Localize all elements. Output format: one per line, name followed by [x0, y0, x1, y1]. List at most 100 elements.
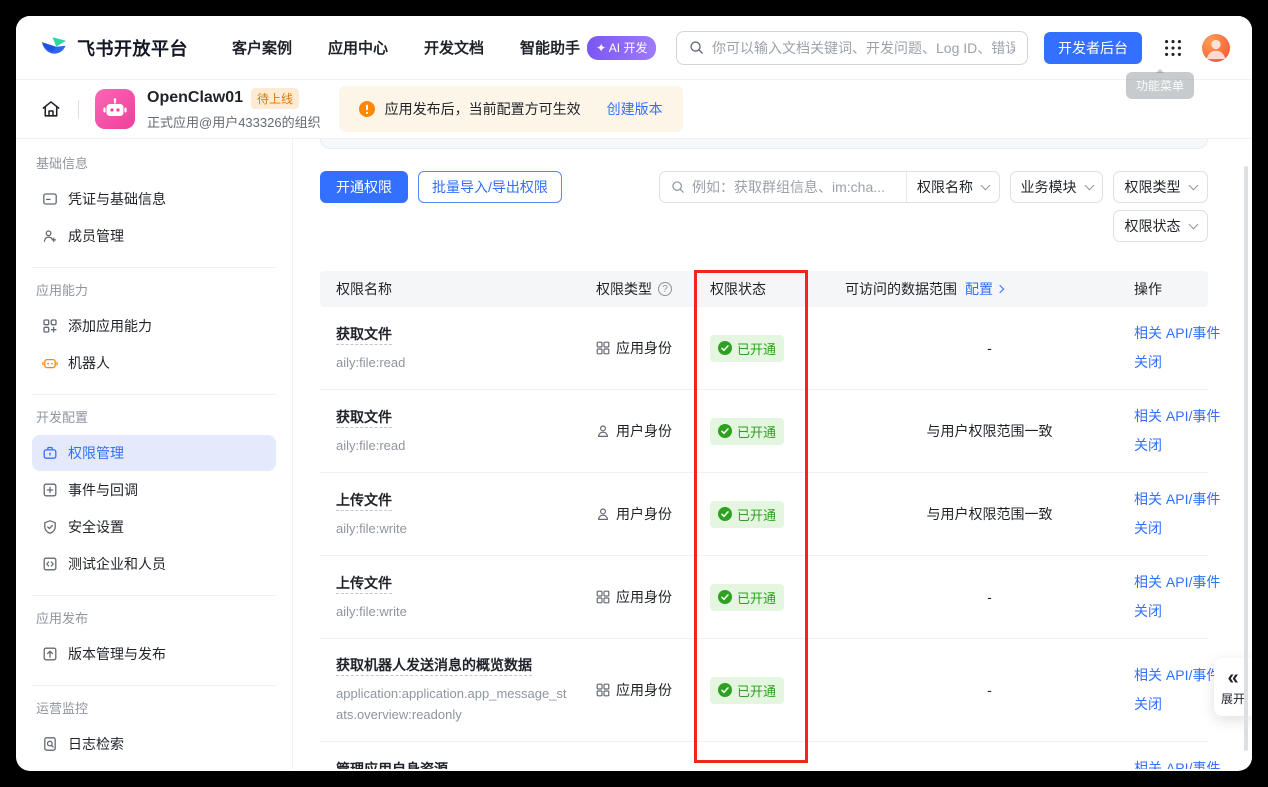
related-api-link[interactable]: 相关 API/事件 — [1134, 489, 1220, 510]
row-actions: 相关 API/事件 关闭 — [1134, 665, 1220, 715]
related-api-link[interactable]: 相关 API/事件 — [1134, 323, 1220, 344]
close-permission-link[interactable]: 关闭 — [1134, 518, 1220, 539]
filter-permission-name[interactable]: 权限名称 — [906, 172, 999, 202]
sidebar-item-quality[interactable]: 应用质量看板 — [32, 763, 276, 769]
sidebar-item-bot[interactable]: 机器人 — [32, 345, 276, 381]
permission-code: aily:file:write — [336, 601, 572, 622]
check-circle-icon — [718, 507, 732, 521]
sidebar-section-title: 基础信息 — [36, 153, 272, 172]
main-content: 开通权限 批量导入/导出权限 权限名称 业务模块 — [293, 139, 1252, 769]
data-scope: - — [845, 340, 1134, 356]
scrolled-card-edge — [320, 139, 1208, 149]
col-permission-status: 权限状态 — [710, 279, 845, 299]
table-row: 获取文件 aily:file:read 用户身份 已开通 与用户权限范围一致 相… — [320, 390, 1208, 473]
sidebar-item-label: 成员管理 — [68, 226, 124, 246]
data-scope: 与用户权限范围一致 — [845, 421, 1134, 441]
row-actions: 相关 API/事件 关闭 — [1134, 572, 1220, 622]
sidebar-item-credentials[interactable]: 凭证与基础信息 — [32, 181, 276, 217]
table-row: 管理应用自身资源 application:application:self_ma… — [320, 742, 1208, 769]
sidebar-item-label: 添加应用能力 — [68, 316, 152, 336]
close-permission-link[interactable]: 关闭 — [1134, 601, 1220, 622]
status-badge: 已开通 — [710, 584, 784, 611]
log-search-icon — [42, 736, 58, 752]
nav-app-center[interactable]: 应用中心 — [328, 37, 388, 58]
close-permission-link[interactable]: 关闭 — [1134, 435, 1220, 456]
table-row: 获取机器人发送消息的概览数据 application:application.a… — [320, 639, 1208, 742]
brand-name: 飞书开放平台 — [77, 35, 188, 61]
warning-icon — [359, 101, 375, 117]
sidebar-item-members[interactable]: 成员管理 — [32, 218, 276, 254]
home-icon[interactable] — [40, 98, 62, 120]
vertical-scrollbar[interactable] — [1244, 166, 1248, 751]
banner-text: 应用发布后，当前配置方可生效 — [385, 99, 581, 119]
filter-permission-status[interactable]: 权限状态 — [1113, 210, 1208, 242]
app-meta: OpenClaw01 待上线 正式应用@用户433326的组织 — [147, 88, 321, 131]
sidebar-section-items: 权限管理 事件与回调 安全设置 测试企业和人员 — [32, 435, 276, 582]
data-scope: - — [845, 682, 1134, 698]
sidebar: 基础信息 凭证与基础信息 成员管理 应用能力 添加应用能力 机器人 开发配置 权… — [16, 139, 293, 769]
status-text: 已开通 — [737, 588, 776, 607]
configure-scope-link[interactable]: 配置 — [965, 279, 1003, 299]
row-actions: 相关 API/事件 关闭 — [1134, 323, 1220, 373]
data-scope: 与用户权限范围一致 — [845, 504, 1134, 524]
permission-type: 应用身份 — [616, 680, 672, 700]
sidebar-item-security[interactable]: 安全设置 — [32, 509, 276, 545]
shield-check-icon — [42, 519, 58, 535]
user-avatar[interactable] — [1202, 34, 1230, 62]
permission-code: aily:file:read — [336, 352, 572, 373]
search-icon — [689, 40, 704, 55]
nav-dev-docs[interactable]: 开发文档 — [424, 37, 484, 58]
status-badge: 已开通 — [710, 418, 784, 445]
brand-logo[interactable]: 飞书开放平台 — [40, 34, 188, 62]
app-robot-icon[interactable] — [95, 89, 135, 129]
filter-permission-type[interactable]: 权限类型 — [1113, 171, 1208, 203]
related-api-link[interactable]: 相关 API/事件 — [1134, 665, 1220, 686]
batch-import-export-button[interactable]: 批量导入/导出权限 — [418, 171, 562, 203]
developer-console-button[interactable]: 开发者后台 — [1044, 32, 1142, 64]
permission-type: 用户身份 — [616, 504, 672, 524]
permission-name: 获取文件 — [336, 409, 392, 428]
global-search[interactable] — [676, 31, 1028, 65]
table-header: 权限名称 权限类型 ? 权限状态 可访问的数据范围 配置 操作 — [320, 271, 1208, 307]
permission-type: 应用身份 — [616, 338, 672, 358]
status-badge: 已开通 — [710, 677, 784, 704]
sidebar-section-title: 应用发布 — [36, 608, 272, 627]
close-permission-link[interactable]: 关闭 — [1134, 352, 1220, 373]
sidebar-item-add-capability[interactable]: 添加应用能力 — [32, 308, 276, 344]
check-circle-icon — [718, 590, 732, 604]
permission-search-input[interactable] — [692, 179, 895, 195]
topbar: 飞书开放平台 客户案例 应用中心 开发文档 智能助手 ✦ AI 开发 开发者后台 — [16, 16, 1252, 80]
feishu-logo-icon — [40, 34, 68, 62]
global-search-input[interactable] — [712, 40, 1015, 56]
status-text: 已开通 — [737, 339, 776, 358]
open-permission-button[interactable]: 开通权限 — [320, 171, 408, 203]
permission-name: 上传文件 — [336, 575, 392, 594]
filter-business-module[interactable]: 业务模块 — [1010, 171, 1103, 203]
col-data-scope: 可访问的数据范围 配置 — [845, 279, 1134, 299]
related-api-link[interactable]: 相关 API/事件 — [1134, 572, 1220, 593]
sidebar-item-logs[interactable]: 日志检索 — [32, 726, 276, 762]
status-text: 已开通 — [737, 681, 776, 700]
add-capability-icon — [42, 318, 58, 334]
publish-warning-banner: 应用发布后，当前配置方可生效 创建版本 — [339, 86, 683, 132]
create-version-link[interactable]: 创建版本 — [607, 99, 663, 119]
body: 基础信息 凭证与基础信息 成员管理 应用能力 添加应用能力 机器人 开发配置 权… — [16, 139, 1252, 769]
table-row: 上传文件 aily:file:write 用户身份 已开通 与用户权限范围一致 … — [320, 473, 1208, 556]
toolbar-row2: 权限状态 — [320, 210, 1208, 242]
check-circle-icon — [718, 683, 732, 697]
app-grid-menu-icon[interactable] — [1160, 35, 1186, 61]
nav-ai-assistant[interactable]: 智能助手 ✦ AI 开发 — [520, 36, 656, 60]
sidebar-section-items: 凭证与基础信息 成员管理 — [32, 181, 276, 254]
nav-customer-cases[interactable]: 客户案例 — [232, 37, 292, 58]
related-api-link[interactable]: 相关 API/事件 — [1134, 758, 1220, 769]
help-icon[interactable]: ? — [658, 282, 672, 296]
permission-search[interactable] — [660, 172, 906, 202]
sidebar-item-events[interactable]: 事件与回调 — [32, 472, 276, 508]
sidebar-item-versions[interactable]: 版本管理与发布 — [32, 636, 276, 672]
ai-dev-badge: ✦ AI 开发 — [587, 36, 656, 60]
related-api-link[interactable]: 相关 API/事件 — [1134, 406, 1220, 427]
sidebar-item-permissions[interactable]: 权限管理 — [32, 435, 276, 471]
divider — [78, 100, 79, 118]
close-permission-link[interactable]: 关闭 — [1134, 694, 1220, 715]
sidebar-item-test-org[interactable]: 测试企业和人员 — [32, 546, 276, 582]
